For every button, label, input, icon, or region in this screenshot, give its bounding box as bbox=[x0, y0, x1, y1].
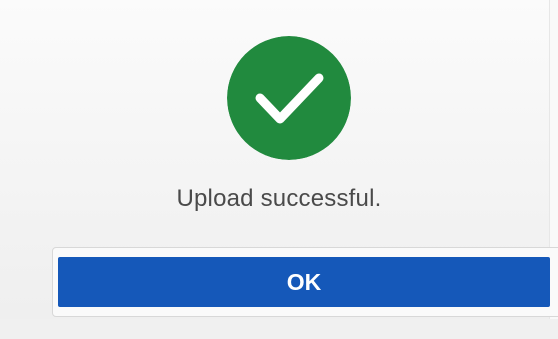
ok-button[interactable]: OK bbox=[58, 257, 550, 307]
upload-success-dialog: Upload successful. OK bbox=[0, 0, 558, 339]
success-message: Upload successful. bbox=[176, 185, 382, 212]
dialog-bottom-edge bbox=[0, 319, 558, 339]
check-circle-icon bbox=[227, 36, 351, 160]
